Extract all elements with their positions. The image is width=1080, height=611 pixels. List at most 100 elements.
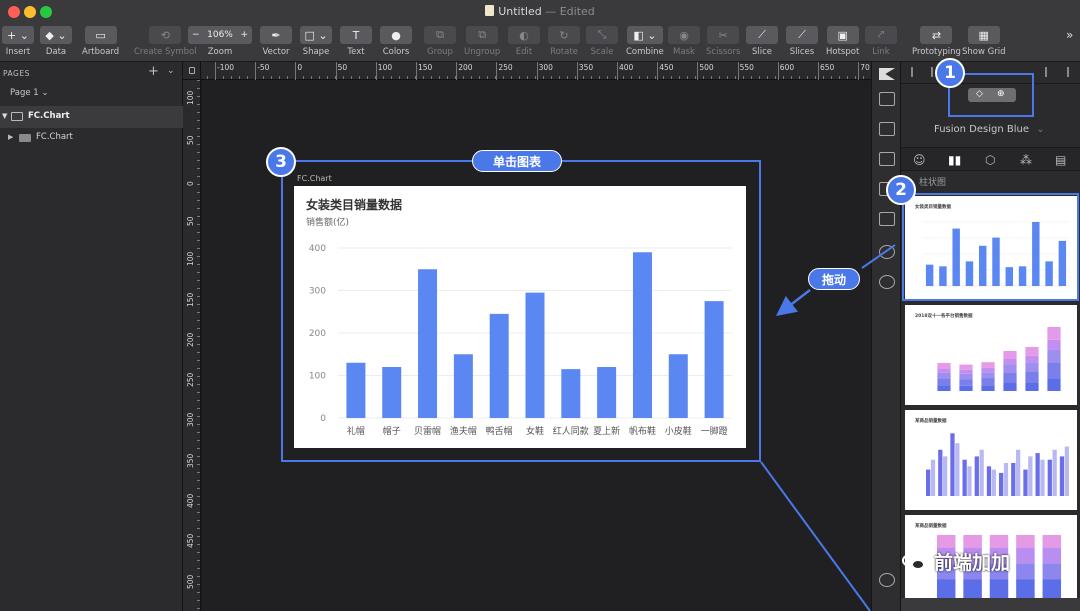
- thumb-bar: [1059, 456, 1065, 496]
- plus-icon[interactable]: + ⌄: [2, 26, 34, 44]
- distribute-icon[interactable]: [1067, 67, 1069, 77]
- hotspot-icon[interactable]: ▣: [826, 26, 859, 44]
- rotate-icon[interactable]: ↻: [548, 26, 580, 44]
- artboard-icon[interactable]: ▭: [84, 26, 117, 44]
- horizontal-ruler[interactable]: -100 -50 0 50 100 150 200 250 300 350 400 450 500 550…: [183, 62, 871, 80]
- ruler-tick: [777, 62, 779, 80]
- toolbar-prototyping-button[interactable]: ⇄ Prototyping: [912, 26, 961, 60]
- toolbar-link-button[interactable]: ⤤ Link: [865, 26, 897, 60]
- thumb-bar-segment: [1003, 383, 1017, 391]
- disclosure-down-icon[interactable]: ▼: [2, 112, 7, 120]
- group-icon[interactable]: ⧉: [424, 26, 456, 44]
- toolbar-create-symbol-button[interactable]: ⟲ Create Symbol: [134, 26, 197, 60]
- zoom-in-icon[interactable]: +: [240, 30, 248, 40]
- frame-icon[interactable]: [879, 152, 895, 166]
- pen-icon[interactable]: ✒: [260, 26, 292, 44]
- text-icon[interactable]: T: [340, 26, 372, 44]
- vertical-ruler[interactable]: 100 50 0 50 100 150 200 250 300 350 400 450 500: [183, 80, 201, 611]
- ungroup-icon[interactable]: ⧉: [466, 26, 499, 44]
- theme-name[interactable]: Fusion Design Blue ⌄: [934, 124, 1045, 135]
- ruler-corner[interactable]: [183, 62, 201, 80]
- scissors-icon[interactable]: ✂: [707, 26, 740, 44]
- thumb-bar-segment: [1025, 382, 1039, 391]
- layer-group[interactable]: ▶ FC.Chart: [0, 128, 183, 148]
- smile-icon[interactable]: ☺: [913, 153, 926, 167]
- layer-artboard[interactable]: ▼ FC.Chart: [0, 106, 183, 128]
- color-wheel-icon[interactable]: ●: [380, 26, 412, 44]
- lock-icon[interactable]: [189, 67, 195, 74]
- toolbar-overflow-button[interactable]: »: [1066, 28, 1073, 42]
- thumb-bar: [962, 459, 967, 496]
- grid-icon[interactable]: ▦: [967, 26, 1000, 44]
- toolbar-insert-button[interactable]: + ⌄ Insert: [2, 26, 34, 60]
- chart-template-2[interactable]: 2018双十一各平台销售数据: [905, 305, 1077, 405]
- toolbar-label: Rotate: [550, 47, 578, 57]
- ruler-label: 300: [186, 413, 195, 428]
- toolbar-rotate-button[interactable]: ↻ Rotate: [548, 26, 580, 60]
- globe-icon[interactable]: [879, 245, 895, 259]
- main-toolbar: − 106% + Zoom » + ⌄ Insert ◆ ⌄ Data ▭ Artboar…: [0, 24, 1080, 62]
- fusion-plugin-icon[interactable]: [879, 68, 895, 80]
- toolbar-vector-button[interactable]: ✒ Vector: [260, 26, 292, 60]
- thumb-bar: [1023, 469, 1028, 496]
- crop-icon[interactable]: [879, 122, 895, 136]
- toolbar-ungroup-button[interactable]: ⧉ Ungroup: [464, 26, 500, 60]
- toolbar-group-button[interactable]: ⧉ Group: [424, 26, 456, 60]
- thumb-bar-segment: [937, 378, 951, 386]
- toolbar-edit-button[interactable]: ◐ Edit: [508, 26, 540, 60]
- toolbar-combine-button[interactable]: ◧ ⌄ Combine: [626, 26, 664, 60]
- align-left-icon[interactable]: [911, 67, 913, 77]
- nodes-icon[interactable]: ⁂: [1020, 153, 1032, 167]
- zoom-control[interactable]: − 106% + Zoom: [188, 26, 252, 60]
- toolbar-label: Prototyping: [912, 47, 961, 57]
- toolbar-scale-button[interactable]: ⤡ Scale: [586, 26, 618, 60]
- thumb-bar-segment: [1025, 355, 1039, 363]
- ruler-label: 150: [418, 63, 433, 72]
- layers-icon[interactable]: ◆ ⌄: [40, 26, 72, 44]
- toolbar-text-button[interactable]: T Text: [340, 26, 372, 60]
- align-bottom-icon[interactable]: [1045, 67, 1047, 77]
- chart-template-3[interactable]: 某商品销量数据: [905, 410, 1077, 510]
- add-page-button[interactable]: +: [148, 64, 159, 79]
- toolbar-data-button[interactable]: ◆ ⌄ Data: [40, 26, 72, 60]
- slices-icon[interactable]: ⟋: [786, 26, 818, 44]
- toolbar-show-grid-button[interactable]: ▦ Show Grid: [962, 26, 1005, 60]
- toolbar-colors-button[interactable]: ● Colors: [380, 26, 412, 60]
- link-icon[interactable]: ⤤: [865, 26, 897, 44]
- shape-icon[interactable]: □ ⌄: [300, 26, 332, 44]
- pie-chart-icon[interactable]: [879, 275, 895, 289]
- theme-caret-icon[interactable]: ⌄: [1036, 124, 1044, 135]
- document-icon: [485, 5, 495, 16]
- edit-icon[interactable]: ◐: [508, 26, 540, 44]
- help-icon[interactable]: [879, 573, 895, 587]
- thumb-bar-segment: [1047, 327, 1061, 340]
- current-page-selector[interactable]: Page 1 ⌄: [10, 88, 49, 98]
- combine-icon[interactable]: ◧ ⌄: [626, 26, 663, 44]
- toolbar-label: Hotspot: [826, 47, 860, 57]
- collapse-pages-icon[interactable]: ⌄: [167, 66, 175, 76]
- export-icon[interactable]: [879, 212, 895, 226]
- slice-icon[interactable]: ⟋: [746, 26, 778, 44]
- layout-icon[interactable]: ▤: [1055, 153, 1066, 167]
- bar-chart-icon[interactable]: ▮▮: [948, 153, 961, 167]
- prototyping-icon[interactable]: ⇄: [920, 26, 953, 44]
- symbol-icon[interactable]: ⟲: [149, 26, 182, 44]
- disclosure-right-icon[interactable]: ▶: [8, 133, 13, 141]
- toolbar-shape-button[interactable]: □ ⌄ Shape: [300, 26, 332, 60]
- app-window: Untitled — Edited − 106% + Zoom » + ⌄ Ins…: [0, 0, 1080, 611]
- scale-icon[interactable]: ⤡: [586, 26, 618, 44]
- zoom-value: 106%: [207, 30, 233, 40]
- toolbar-mask-button[interactable]: ◉ Mask: [668, 26, 700, 60]
- toolbar-artboard-button[interactable]: ▭ Artboard: [82, 26, 119, 60]
- toolbar-hotspot-button[interactable]: ▣ Hotspot: [826, 26, 859, 60]
- toolbar-scissors-button[interactable]: ✂ Scissors: [706, 26, 740, 60]
- toolbar-slice-button[interactable]: ⟋ Slice: [746, 26, 778, 60]
- ruler-tick: [697, 62, 699, 80]
- upload-icon[interactable]: [879, 92, 895, 106]
- cube-icon[interactable]: ⬡: [985, 153, 995, 167]
- zoom-stepper[interactable]: − 106% +: [188, 26, 252, 44]
- toolbar-slices-button[interactable]: ⟋ Slices: [786, 26, 818, 60]
- mask-icon[interactable]: ◉: [668, 26, 700, 44]
- align-center-icon[interactable]: [931, 67, 933, 77]
- zoom-label: Zoom: [207, 47, 233, 57]
